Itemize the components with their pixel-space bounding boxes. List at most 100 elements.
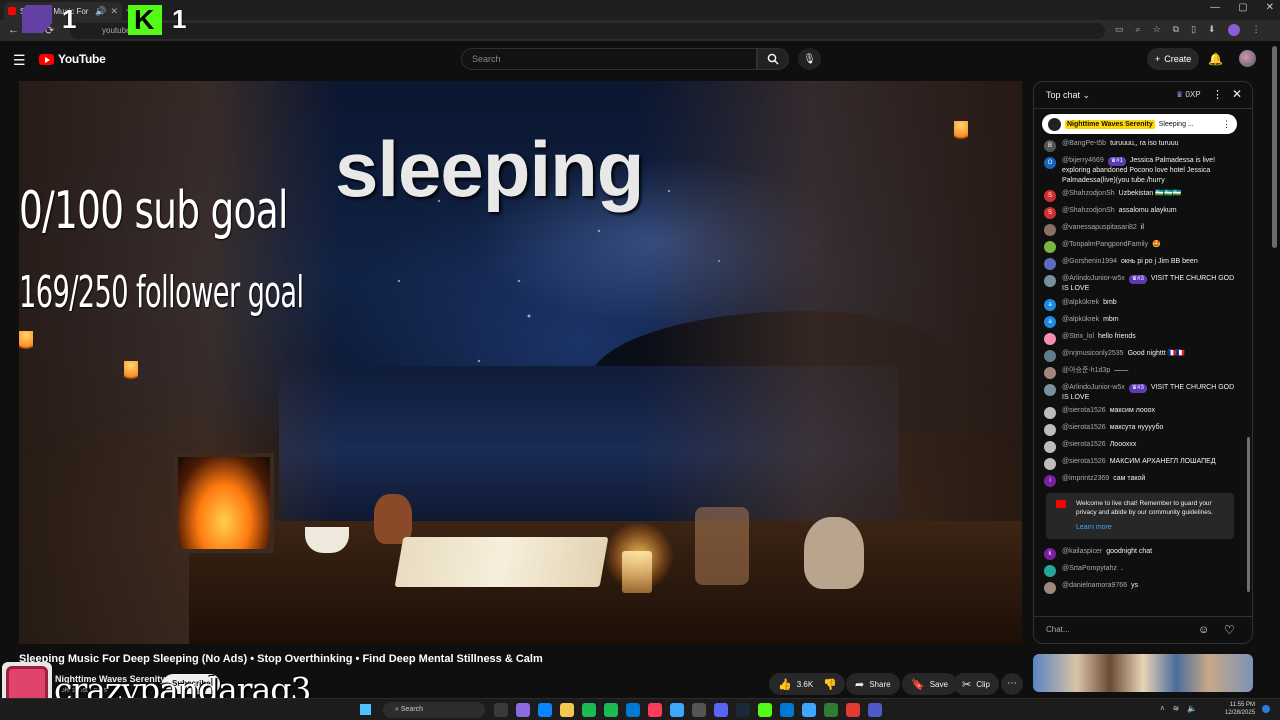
close-window-button[interactable]: ✕ [1266,2,1274,13]
chevron-up-icon[interactable]: ˄ [1160,704,1165,713]
chat-message[interactable]: @nrjmusiconly2535 Good nighttt 🇫🇷🇫🇷 [1034,347,1246,364]
cast-icon[interactable]: ▭ [1115,24,1124,38]
minimize-button[interactable]: — [1210,2,1220,13]
chat-author[interactable]: @SrtaPompytahz [1062,565,1117,572]
taskbar-search[interactable]: ⌕ Search [383,702,485,718]
taskbar-app-icon[interactable] [824,703,838,717]
chat-author[interactable]: @BangPe-t5b [1062,140,1106,147]
chat-author[interactable]: @sierota1526 [1062,441,1106,448]
notification-icon[interactable] [1262,705,1270,713]
taskbar-app-icon[interactable] [670,703,684,717]
chat-author[interactable]: @ShahzodjonSh [1062,207,1115,214]
taskbar-app-icon[interactable] [582,703,596,717]
sidebar-icon[interactable]: ▯ [1191,24,1196,38]
chat-message[interactable]: @Strix_lol hello friends [1034,330,1246,347]
chat-message[interactable]: i @imprintz2369 сам такой [1034,472,1246,489]
chat-message[interactable]: @vanessapuspitasari82 il [1034,221,1246,238]
taskbar-app-icon[interactable] [714,703,728,717]
taskbar-app-icon[interactable] [516,703,530,717]
chat-message[interactable]: @TonpalmPangpondFamily 🤩 [1034,238,1246,255]
profile-avatar-icon[interactable] [1227,24,1240,38]
chat-close-icon[interactable]: ✕ [1232,87,1242,101]
taskbar-app-icon[interactable] [692,703,706,717]
chat-author[interactable]: @danielnamora9766 [1062,582,1127,589]
chat-author[interactable]: @sierota1526 [1062,424,1106,431]
voice-search-button[interactable]: 🎙 [798,48,821,70]
top-chat-dropdown[interactable]: Top chat ⌄ [1046,90,1090,101]
chat-author[interactable]: @Gorshenin1994 [1062,258,1117,265]
taskbar-app-icon[interactable] [802,703,816,717]
taskbar-app-icon[interactable] [604,703,618,717]
chat-more-icon[interactable]: ⋮ [1212,88,1223,101]
chat-message[interactable]: a @alpkükrek mbm [1034,313,1246,330]
extensions-icon[interactable]: ⧉ [1173,24,1179,38]
chat-author[interactable]: @TonpalmPangpondFamily [1062,241,1148,248]
chat-message[interactable]: @SrtaPompytahz. [1034,562,1246,579]
chat-scrollbar[interactable] [1247,437,1250,592]
emoji-icon[interactable]: ☺ [1198,624,1209,636]
menu-dots-icon[interactable]: ⋮ [1252,24,1261,38]
chat-message[interactable]: k @kailaspicer goodnight chat [1034,545,1246,562]
bookmark-star-icon[interactable]: ☆ [1153,24,1161,38]
notifications-bell-icon[interactable]: 🔔 [1208,52,1223,66]
chat-message[interactable]: @Gorshenin1994 окнь pi po j Jim BB been [1034,255,1246,272]
taskbar-app-icon[interactable] [648,703,662,717]
dislike-button[interactable]: 👎 [815,673,845,695]
chat-author[interactable]: @kailaspicer [1062,548,1102,555]
chat-author[interactable]: @아승준-h1d3p [1062,367,1110,374]
search-input[interactable]: Search [461,48,757,70]
chat-author[interactable]: @bijerry4669 [1062,157,1104,164]
chat-author[interactable]: @ShahzodjonSh [1062,190,1115,197]
chat-author[interactable]: @ArlindoJunior-w5x [1062,275,1125,282]
chat-message[interactable]: @danielnamora9766 ys [1034,579,1246,596]
taskbar-app-icon[interactable] [626,703,640,717]
chat-message[interactable]: a @alpkükrek bmb [1034,296,1246,313]
url-field[interactable]: youtube.com/wa [70,23,1105,39]
chat-message[interactable]: S @ShahzodjonSh Uzbekistan 🇺🇿🇺🇿🇺🇿 [1034,187,1246,204]
chat-input[interactable]: Chat... [1046,625,1070,634]
search-button[interactable] [757,48,789,70]
heart-icon[interactable]: ♡ [1224,623,1235,637]
wifi-icon[interactable]: ≋ [1173,704,1180,713]
share-button[interactable]: ➦ Share [846,673,900,695]
chat-message[interactable]: @sierota1526 Лоооххх [1034,438,1246,455]
download-icon[interactable]: ⬇ [1208,24,1216,38]
hamburger-menu-icon[interactable]: ☰ [13,52,26,69]
chat-author[interactable]: @sierota1526 [1062,458,1106,465]
save-button[interactable]: 🔖 Save [902,673,957,695]
chat-message[interactable]: @sierota1526 максута нуууубо [1034,421,1246,438]
page-scrollbar[interactable] [1272,46,1277,248]
taskbar-app-icon[interactable] [780,703,794,717]
chat-author[interactable]: @nrjmusiconly2535 [1062,350,1124,357]
chat-author[interactable]: @ArlindoJunior-w5x [1062,384,1125,391]
chat-message[interactable]: @sierota1526 максим лооох [1034,404,1246,421]
back-arrow-icon[interactable]: ← [8,24,19,36]
maximize-button[interactable]: ▢ [1238,2,1247,13]
chat-message[interactable]: S @ShahzodjonSh assalomu alaykum [1034,204,1246,221]
taskbar-app-icon[interactable] [868,703,882,717]
clip-button[interactable]: ✂ Clip [953,673,999,695]
taskbar-app-icon[interactable] [494,703,508,717]
chat-author[interactable]: @Strix_lol [1062,333,1094,340]
chat-message[interactable]: @ArlindoJunior-w5x ♛#3 VISIT THE CHURCH GO… [1034,272,1246,296]
recommended-video-thumbnail[interactable] [1033,654,1253,692]
learn-more-link[interactable]: Learn more [1076,523,1226,532]
xp-badge[interactable]: ♛ 0XP [1176,90,1201,99]
chat-message[interactable]: @아승준-h1d3p —— [1034,364,1246,381]
chat-author[interactable]: @alpkükrek [1062,316,1099,323]
chat-message[interactable]: O @bijerry4669 ♛#1 Jessica Palmadessa is li… [1034,154,1246,187]
chat-author[interactable]: @vanessapuspitasari82 [1062,224,1137,231]
pinned-more-icon[interactable]: ⋮ [1222,119,1231,130]
youtube-logo[interactable]: YouTube [39,52,106,66]
chat-author[interactable]: @imprintz2369 [1062,475,1109,482]
zoom-icon[interactable]: ⌕ [1136,24,1141,38]
account-avatar[interactable] [1239,50,1256,67]
chat-message[interactable]: @sierota1526 МАКСИМ АРХАНЕГЛ ЛОШАПЕД [1034,455,1246,472]
chat-message[interactable]: @ArlindoJunior-w5x ♛#3 VISIT THE CHURCH GO… [1034,381,1246,405]
more-actions-button[interactable]: ⋯ [1001,673,1023,695]
chat-message[interactable]: B @BangPe-t5b turuuuu,, ra iso turuuu [1034,137,1246,154]
create-button[interactable]: + Create [1147,48,1200,70]
taskbar-app-icon[interactable] [736,703,750,717]
taskbar-app-icon[interactable] [846,703,860,717]
taskbar-app-icon[interactable] [538,703,552,717]
